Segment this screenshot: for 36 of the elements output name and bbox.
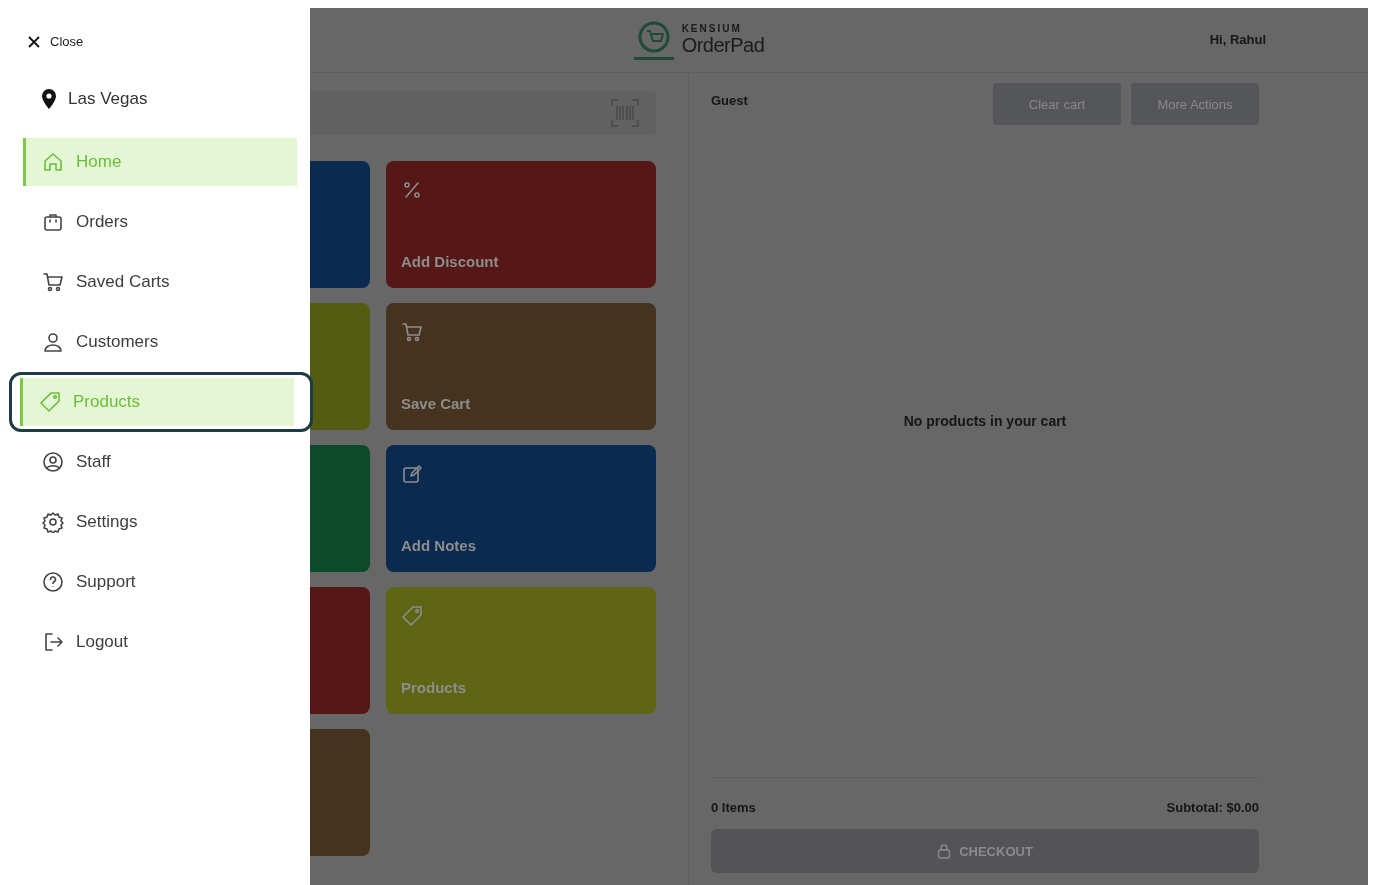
user-circle-icon — [42, 451, 64, 473]
user-greeting: Hi, Rahul — [1209, 32, 1266, 47]
settings-icon — [42, 511, 64, 533]
help-icon — [42, 571, 64, 593]
nav-item[interactable]: Support — [23, 558, 297, 606]
cart-icon — [401, 321, 423, 343]
person-icon — [42, 331, 64, 353]
nav-item[interactable]: Saved Carts — [23, 258, 297, 306]
logout-icon — [42, 631, 64, 653]
item-count: 0 Items — [711, 800, 756, 815]
tag-icon — [39, 391, 61, 413]
lock-icon — [937, 843, 952, 859]
action-tile[interactable]: Add Discount — [386, 161, 656, 288]
nav-item[interactable]: Settings — [23, 498, 297, 546]
cart-icon — [42, 271, 64, 293]
edit-icon — [401, 463, 423, 485]
action-tile[interactable]: Save Cart — [386, 303, 656, 430]
bag-icon — [42, 211, 64, 233]
empty-cart-message: No products in your cart — [903, 413, 1067, 429]
close-icon — [28, 35, 40, 48]
tag-icon — [401, 605, 423, 627]
customer-name: Guest — [711, 93, 748, 108]
nav-item[interactable]: Logout — [23, 618, 297, 666]
percent-icon — [401, 179, 423, 201]
location-label: Las Vegas — [68, 89, 148, 109]
close-button[interactable]: Close — [26, 32, 86, 51]
action-tile[interactable]: Add Notes — [386, 445, 656, 572]
brand-subtitle: KENSIUM — [681, 23, 743, 34]
nav-item[interactable]: Orders — [23, 198, 297, 246]
nav-item[interactable]: Staff — [23, 438, 297, 486]
location-pin-icon — [40, 88, 58, 110]
subtotal: Subtotal: $0.00 — [1166, 800, 1259, 815]
brand-title: OrderPad — [681, 34, 765, 57]
nav-item[interactable]: Customers — [23, 318, 297, 366]
cart-logo-icon — [633, 19, 674, 61]
home-icon — [42, 151, 64, 173]
